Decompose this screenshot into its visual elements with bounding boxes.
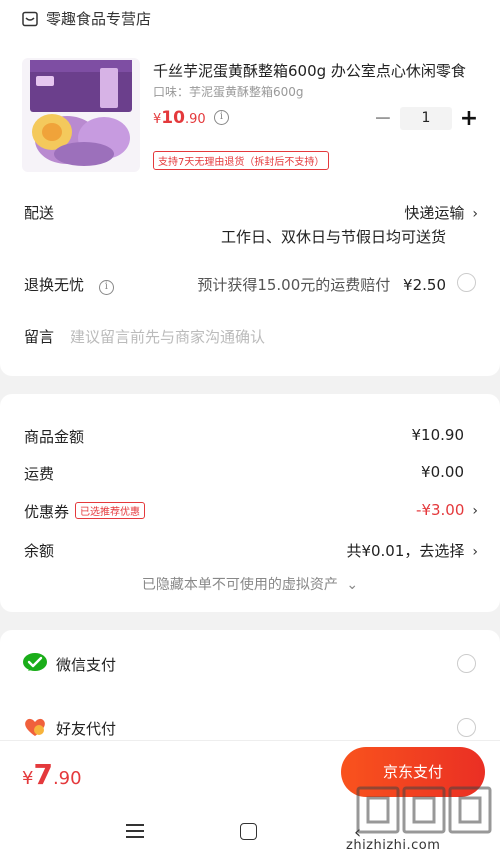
shipping-label: 运费 [24, 465, 55, 483]
price-info-icon[interactable]: i [214, 110, 229, 125]
menu-icon[interactable] [126, 824, 144, 838]
delivery-label: 配送 [24, 204, 55, 222]
shop-header[interactable]: 零趣食品专营店 [22, 8, 151, 29]
increase-button[interactable]: + [458, 107, 480, 129]
return-worry-desc: 预计获得15.00元的运费赔付 ¥2.50 [197, 276, 446, 294]
quantity-input[interactable]: 1 [400, 107, 452, 130]
wechat-pay-radio[interactable] [457, 654, 476, 673]
return-info-icon[interactable]: i [98, 280, 114, 295]
product-spec[interactable]: 口味：芋泥蛋黄酥整箱600g [153, 83, 304, 100]
goods-amount-value: ¥10.90 [411, 426, 465, 444]
balance-label: 余额 [24, 542, 55, 560]
coupon-tag: 已选推荐优惠 [75, 502, 146, 519]
coupon-value[interactable]: -¥3.00 › [416, 501, 478, 519]
delivery-detail: 工作日、双休日与节假日均可送货 [220, 228, 446, 246]
balance-value[interactable]: 共¥0.01，去选择 › [346, 540, 478, 561]
chevron-right-icon: › [472, 206, 478, 222]
friend-pay-radio[interactable] [457, 718, 476, 737]
home-icon[interactable] [240, 823, 257, 840]
total-price: ¥7.90 [22, 758, 82, 791]
chevron-down-icon: ⌄ [346, 577, 359, 593]
wechat-pay-label[interactable]: 微信支付 [56, 654, 116, 675]
watermark-domain: zhizhizhi.com [346, 838, 441, 853]
return-worry-label: 退换无忧 i [24, 274, 114, 295]
store-icon [22, 11, 38, 26]
chevron-right-icon: › [472, 544, 478, 560]
delivery-method[interactable]: 快递运输 › [404, 202, 478, 223]
price-summary-card: 商品金额 ¥10.90 运费 ¥0.00 优惠券 已选推荐优惠 -¥3.00 › 余… [0, 394, 500, 612]
friend-pay-label[interactable]: 好友代付 [56, 718, 116, 739]
remark-input[interactable]: 建议留言前先与商家沟通确认 [70, 326, 265, 347]
decrease-button[interactable]: − [372, 107, 394, 129]
product-title[interactable]: 千丝芋泥蛋黄酥整箱600g 办公室点心休闲零食 [153, 60, 473, 81]
wechat-pay-icon [23, 653, 47, 671]
return-policy-tag: 支持7天无理由退货（拆封后不支持） [153, 151, 330, 170]
return-worry-price: ¥2.50 [403, 276, 446, 294]
coupon-label: 优惠券 已选推荐优惠 [24, 501, 146, 522]
quantity-stepper: − 1 + [372, 107, 480, 130]
goods-amount-label: 商品金额 [24, 428, 85, 446]
hidden-assets-toggle[interactable]: 已隐藏本单不可使用的虚拟资产 ⌄ [0, 574, 500, 594]
friend-pay-icon [25, 718, 45, 736]
product-price: ¥10.90 [153, 108, 206, 128]
product-image[interactable] [22, 58, 140, 172]
shop-name: 零趣食品专营店 [46, 10, 152, 28]
shipping-value: ¥0.00 [421, 463, 464, 481]
remark-label: 留言 [24, 328, 55, 346]
order-card: 零趣食品专营店 千丝芋泥蛋黄酥整箱600g 办公室点心休闲零食 口味：芋泥蛋黄酥… [0, 0, 500, 376]
chevron-right-icon: › [472, 503, 478, 519]
product-photo [30, 60, 132, 166]
return-worry-radio[interactable] [457, 273, 476, 292]
